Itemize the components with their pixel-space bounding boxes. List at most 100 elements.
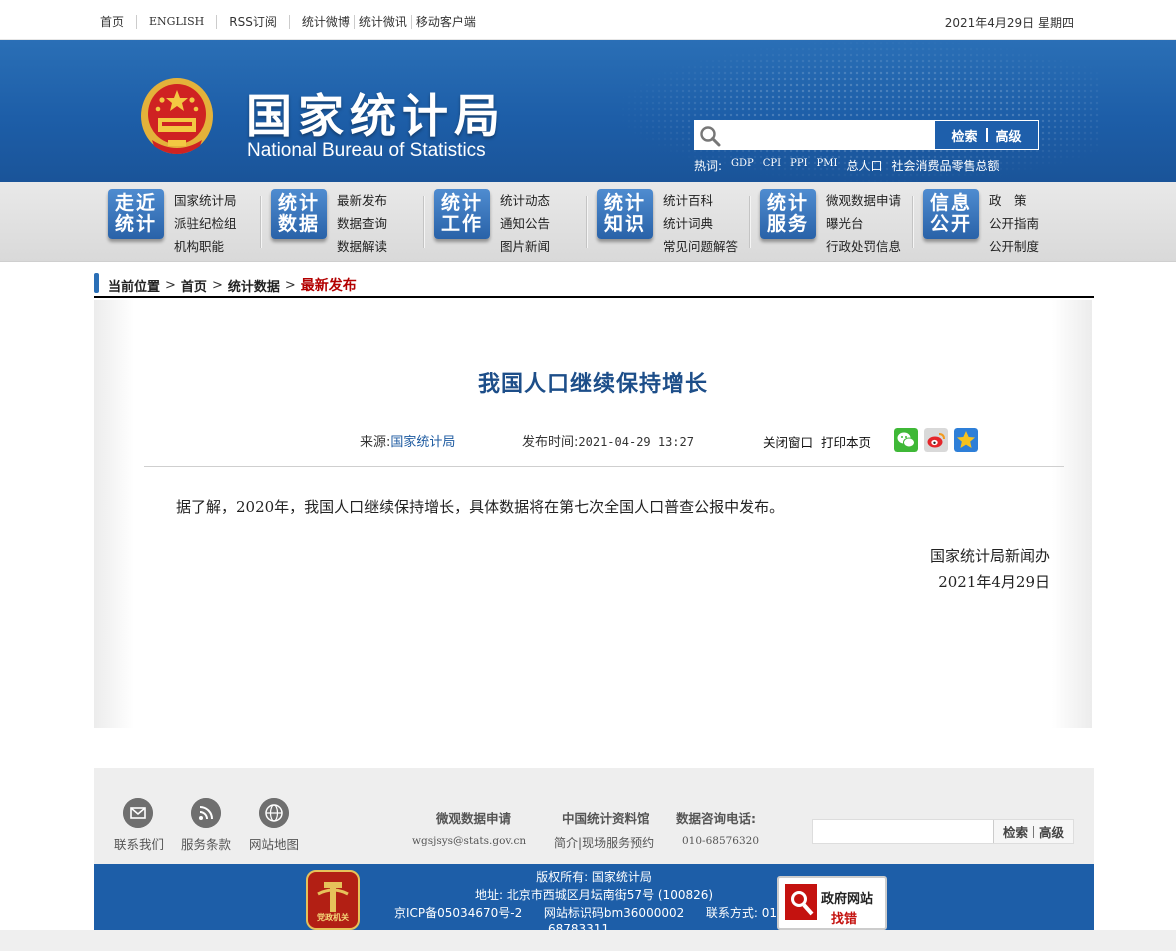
- globe-icon[interactable]: [259, 798, 289, 828]
- current-date: 2021年4月29日 星期四: [944, 16, 1074, 30]
- footer-micro-data-title[interactable]: 微观数据申请: [436, 808, 511, 827]
- header-banner: 国家统计局 National Bureau of Statistics 检索 高…: [0, 40, 1176, 182]
- weibo-share-icon[interactable]: [924, 428, 948, 452]
- article-body: 据了解，2020年，我国人口继续保持增长，具体数据将在第七次全国人口普查公报中发…: [176, 498, 785, 516]
- contact-us-link[interactable]: 联系我们: [114, 834, 164, 853]
- divider: [216, 14, 218, 29]
- top-link-weixun[interactable]: 统计微讯: [359, 13, 407, 30]
- nav-link-query[interactable]: 数据查询: [337, 212, 387, 235]
- divider: [136, 14, 138, 29]
- divider: [353, 14, 355, 29]
- nav-link-micro-data[interactable]: 微观数据申请: [826, 189, 901, 212]
- chevron-right-icon: >: [211, 277, 223, 293]
- top-link-weibo[interactable]: 统计微博: [302, 13, 350, 30]
- magnifier-icon: [785, 884, 817, 920]
- article-source: 来源:国家统计局: [360, 431, 455, 450]
- print-button[interactable]: 打印本页: [821, 435, 871, 450]
- breadcrumb: 当前位置 > 首页 > 统计数据 > 最新发布: [94, 272, 1094, 298]
- divider: [1033, 825, 1034, 838]
- hot-word-retail[interactable]: 社会消费品零售总额: [891, 157, 999, 174]
- footer-advanced-button[interactable]: 高级: [1039, 822, 1064, 841]
- site-title-cn[interactable]: 国家统计局: [246, 80, 506, 146]
- national-emblem-icon[interactable]: [138, 76, 216, 160]
- site-title-en: National Bureau of Statistics: [247, 140, 486, 161]
- divider: [912, 196, 913, 248]
- rss-icon[interactable]: [191, 798, 221, 828]
- hot-word-pmi[interactable]: PMI: [817, 158, 838, 174]
- icp-number[interactable]: 京ICP备05034670号-2: [394, 906, 522, 920]
- nav-icon-work[interactable]: 统计 工作: [434, 189, 490, 239]
- nav-link-inspection[interactable]: 派驻纪检组: [174, 212, 237, 235]
- hot-word-population[interactable]: 总人口: [846, 157, 882, 174]
- footer-archive-links: 简介|现场服务预约: [554, 836, 655, 850]
- breadcrumb-marker: [94, 273, 99, 293]
- hot-word-ppi[interactable]: PPI: [790, 158, 807, 174]
- nav-link-functions[interactable]: 机构职能: [174, 235, 237, 258]
- divider: [423, 196, 424, 248]
- header-search: 检索 高级: [694, 120, 1039, 150]
- nav-link-dictionary[interactable]: 统计词典: [663, 212, 738, 235]
- top-link-mobile[interactable]: 移动客户端: [416, 13, 476, 30]
- close-window-button[interactable]: 关闭窗口: [763, 435, 813, 450]
- breadcrumb-stats-data[interactable]: 统计数据: [228, 276, 280, 295]
- footer-hotline-title: 数据咨询电话:: [676, 811, 756, 826]
- qzone-share-icon[interactable]: [954, 428, 978, 452]
- breadcrumb-current[interactable]: 最新发布: [301, 275, 357, 295]
- nav-link-exposure[interactable]: 曝光台: [826, 212, 901, 235]
- nav-icon-knowledge[interactable]: 统计 知识: [597, 189, 653, 239]
- footer-archive-intro[interactable]: 简介: [554, 836, 578, 850]
- nav-icon-about[interactable]: 走近 统计: [108, 189, 164, 239]
- nav-links-about: 国家统计局 派驻纪检组 机构职能: [174, 189, 237, 258]
- nav-link-guide[interactable]: 公开指南: [989, 212, 1039, 235]
- nav-link-nbs[interactable]: 国家统计局: [174, 189, 237, 212]
- gov-badge-line1: 政府网站: [821, 892, 874, 907]
- footer-search-input[interactable]: [813, 820, 993, 843]
- footer-archive-booking[interactable]: 现场服务预约: [582, 836, 654, 850]
- nav-link-notices[interactable]: 通知公告: [500, 212, 550, 235]
- divider: [985, 128, 988, 142]
- search-button[interactable]: 检索: [951, 126, 977, 145]
- footer-search-buttons: 检索 高级: [993, 820, 1073, 843]
- search-icon: [700, 126, 721, 147]
- footer-archive-title[interactable]: 中国统计资料馆: [562, 808, 650, 827]
- divider: [410, 14, 412, 29]
- nav-links-disclosure: 政 策 公开指南 公开制度: [989, 189, 1039, 258]
- footer-search-button[interactable]: 检索: [1003, 822, 1028, 841]
- footer-micro-data-email[interactable]: wgsjsys@stats.gov.cn: [412, 835, 526, 847]
- advanced-search-button[interactable]: 高级: [996, 126, 1022, 145]
- nav-icon-data[interactable]: 统计 数据: [271, 189, 327, 239]
- nav-link-photo-news[interactable]: 图片新闻: [500, 235, 550, 258]
- breadcrumb-home[interactable]: 首页: [181, 276, 207, 295]
- nav-icon-service[interactable]: 统计 服务: [760, 189, 816, 239]
- nav-link-faq[interactable]: 常见问题解答: [663, 235, 738, 258]
- nav-links-knowledge: 统计百科 统计词典 常见问题解答: [663, 189, 738, 258]
- hot-word-gdp[interactable]: GDP: [731, 158, 754, 174]
- top-links: 首页 ENGLISH RSS订阅 统计微博 统计微讯 移动客户端: [100, 13, 476, 30]
- nav-link-policy[interactable]: 政 策: [989, 189, 1039, 212]
- nav-link-interpret[interactable]: 数据解读: [337, 235, 387, 258]
- terms-link[interactable]: 服务条款: [181, 834, 231, 853]
- mail-icon[interactable]: [123, 798, 153, 828]
- hot-word-cpi[interactable]: CPI: [763, 158, 781, 174]
- nav-icon-disclosure[interactable]: 信息 公开: [923, 189, 979, 239]
- sitemap-link[interactable]: 网站地图: [249, 834, 299, 853]
- nav-link-encyclopedia[interactable]: 统计百科: [663, 189, 738, 212]
- top-link-home[interactable]: 首页: [100, 13, 124, 30]
- divider: [288, 14, 290, 29]
- search-input[interactable]: [721, 121, 935, 149]
- article-sign-org: 国家统计局新闻办: [929, 547, 1050, 565]
- nav-link-penalty[interactable]: 行政处罚信息: [826, 235, 901, 258]
- gov-site-error-report[interactable]: 政府网站 找错: [777, 876, 887, 930]
- article-title: 我国人口继续保持增长: [477, 372, 708, 397]
- nav-link-system[interactable]: 公开制度: [989, 235, 1039, 258]
- top-bar-inner: 首页 ENGLISH RSS订阅 统计微博 统计微讯 移动客户端 2021年4月…: [94, 6, 1094, 34]
- top-link-rss[interactable]: RSS订阅: [229, 13, 277, 30]
- wechat-share-icon[interactable]: [894, 428, 918, 452]
- nav-link-latest[interactable]: 最新发布: [337, 189, 387, 212]
- footer-search: 检索 高级: [812, 819, 1074, 844]
- article-meta: 来源:国家统计局 发布时间:2021-04-29 13:27 关闭窗口 打印本页: [94, 428, 1092, 458]
- top-link-english[interactable]: ENGLISH: [149, 15, 204, 28]
- site-id: 网站标识码bm36000002: [543, 906, 685, 920]
- divider: [586, 196, 587, 248]
- nav-link-news[interactable]: 统计动态: [500, 189, 550, 212]
